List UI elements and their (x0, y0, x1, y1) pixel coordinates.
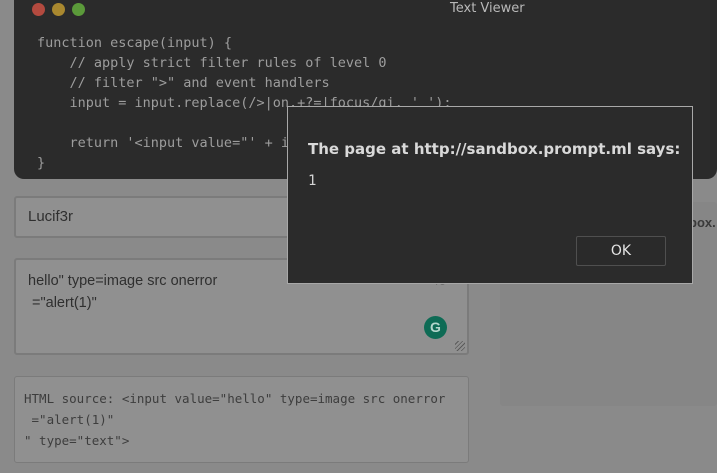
close-window-button[interactable] (32, 3, 45, 16)
name-input-value: Lucif3r (28, 208, 74, 225)
window-title: Text Viewer (450, 1, 525, 16)
alert-dialog: The page at http://sandbox.prompt.ml say… (287, 106, 693, 284)
title-bar[interactable]: Text Viewer (14, 0, 717, 20)
sandbox-panel-label: box. (689, 215, 716, 230)
alert-dialog-title: The page at http://sandbox.prompt.ml say… (308, 140, 681, 158)
minimize-window-button[interactable] (52, 3, 65, 16)
maximize-window-button[interactable] (72, 3, 85, 16)
alert-dialog-message: 1 (308, 173, 317, 189)
resize-grip-icon[interactable] (455, 341, 465, 351)
html-source-text: HTML source: <input value="hello" type=i… (24, 391, 446, 448)
html-source-box: HTML source: <input value="hello" type=i… (14, 376, 469, 463)
grammarly-icon[interactable]: G (424, 316, 447, 339)
ok-button[interactable]: OK (576, 236, 666, 266)
payload-textarea-value: hello" type=image src onerror ="alert(1)… (28, 273, 218, 311)
